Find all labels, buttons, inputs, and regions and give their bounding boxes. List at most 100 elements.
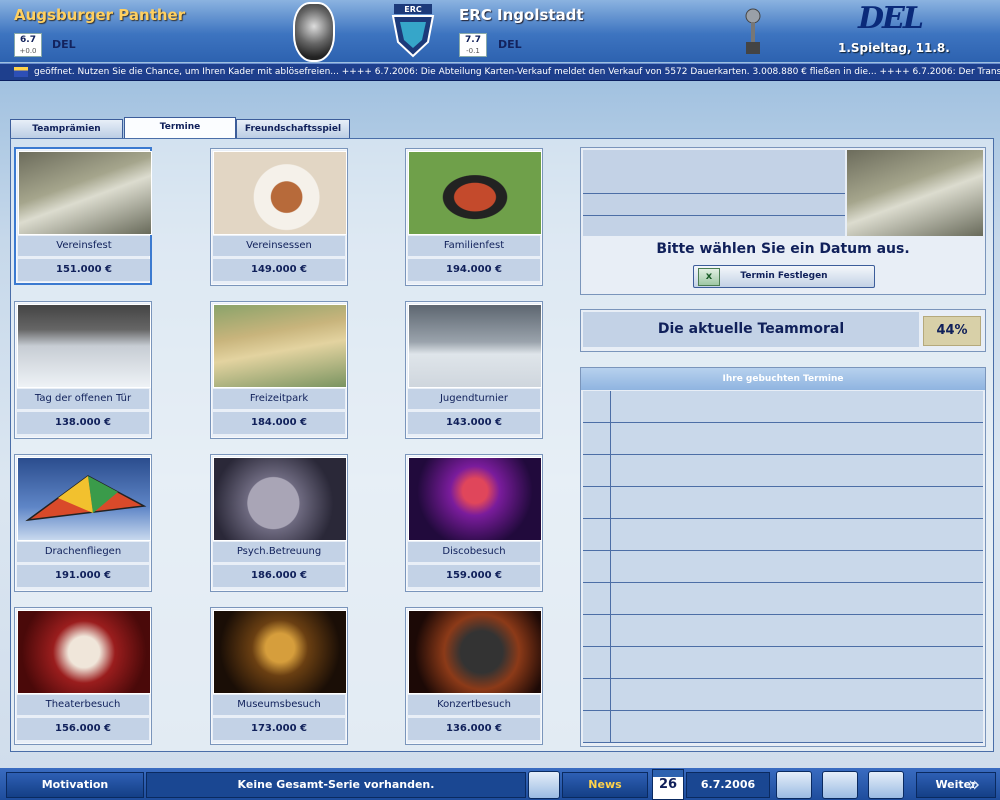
- event-card-konzertbesuch[interactable]: Konzertbesuch 136.000 €: [405, 607, 543, 745]
- away-rating: 7.7: [465, 35, 481, 45]
- mail-icon[interactable]: [528, 771, 560, 799]
- trophy-icon: [745, 8, 761, 54]
- event-price: 149.000 €: [213, 259, 345, 281]
- event-price: 173.000 €: [213, 718, 345, 740]
- team-morale-label: Die aktuelle Teammoral: [583, 312, 919, 347]
- save-disk-icon[interactable]: [776, 771, 812, 799]
- erc-logo-icon: ERC: [391, 4, 435, 58]
- table-row[interactable]: [583, 647, 983, 679]
- table-row[interactable]: [583, 423, 983, 455]
- set-date-button-label: Termin Festlegen: [740, 271, 828, 281]
- champagne-image: [18, 151, 152, 235]
- museum-mask-image: [213, 610, 347, 694]
- home-league: DEL: [52, 38, 76, 51]
- event-label: Tag der offenen Tür: [17, 389, 149, 409]
- theatre-masks-image: [17, 610, 151, 694]
- booked-appointments-table: Ihre gebuchten Termine: [580, 367, 986, 747]
- event-price: 156.000 €: [17, 718, 149, 740]
- home-rating-delta: +0.0: [19, 47, 37, 55]
- selected-event-image: [847, 150, 983, 236]
- event-price: 186.000 €: [213, 565, 345, 587]
- dinner-image: [213, 151, 347, 235]
- event-price: 194.000 €: [408, 259, 540, 281]
- event-card-tag-der-offenen-tuer[interactable]: Tag der offenen Tür 138.000 €: [14, 301, 152, 439]
- event-card-psych-betreuung[interactable]: Psych.Betreuung 186.000 €: [210, 454, 348, 592]
- home-team-name[interactable]: Augsburger Panther: [14, 6, 185, 24]
- event-card-theaterbesuch[interactable]: Theaterbesuch 156.000 €: [14, 607, 152, 745]
- hang-glider-icon: [25, 475, 147, 522]
- match-header: Augsburger Panther 6.7 +0.0 DEL ERC ERC …: [0, 0, 1000, 62]
- select-date-prompt: Bitte wählen Sie ein Datum aus.: [656, 241, 910, 257]
- event-card-discobesuch[interactable]: Discobesuch 159.000 €: [405, 454, 543, 592]
- event-card-museumsbesuch[interactable]: Museumsbesuch 173.000 €: [210, 607, 348, 745]
- next-button[interactable]: Weiter: [916, 772, 996, 798]
- home-rating-box: 6.7 +0.0: [14, 33, 42, 57]
- away-team-name[interactable]: ERC Ingolstadt: [459, 6, 584, 24]
- away-rating-box: 7.7 -0.1: [459, 33, 487, 57]
- ticker-text: geöffnet. Nutzen Sie die Chance, um Ihre…: [34, 67, 1000, 77]
- tab-freundschaftsspiel[interactable]: Freundschaftsspiel: [236, 119, 350, 139]
- event-card-vereinsessen[interactable]: Vereinsessen 149.000 €: [210, 148, 348, 286]
- roller-coaster-image: [213, 304, 347, 388]
- event-label: Drachenfliegen: [17, 542, 149, 562]
- bottom-bar: Motivation Keine Gesamt-Serie vorhanden.…: [0, 768, 1000, 800]
- away-rating-delta: -0.1: [466, 47, 480, 55]
- event-price: 138.000 €: [17, 412, 149, 434]
- event-label: Theaterbesuch: [17, 695, 149, 715]
- event-price: 191.000 €: [17, 565, 149, 587]
- table-row[interactable]: [583, 487, 983, 519]
- series-status: Keine Gesamt-Serie vorhanden.: [146, 772, 526, 798]
- event-label: Psych.Betreuung: [213, 542, 345, 562]
- hang-glider-image: [17, 457, 151, 541]
- team-icon[interactable]: [822, 771, 858, 799]
- event-label: Vereinsfest: [18, 236, 150, 256]
- calendar-icon[interactable]: 26: [652, 769, 684, 800]
- table-row[interactable]: [583, 519, 983, 551]
- current-date: 6.7.2006: [686, 772, 770, 798]
- event-details-area: [583, 150, 845, 236]
- table-row[interactable]: [583, 615, 983, 647]
- monitor-icon[interactable]: [868, 771, 904, 799]
- table-row[interactable]: [583, 679, 983, 711]
- table-row[interactable]: [583, 711, 983, 743]
- event-card-drachenfliegen[interactable]: Drachenfliegen 191.000 €: [14, 454, 152, 592]
- booked-appointments-title: Ihre gebuchten Termine: [581, 368, 985, 390]
- barbecue-image: [408, 151, 542, 235]
- team-morale-panel: Die aktuelle Teammoral 44%: [580, 309, 986, 352]
- event-label: Konzertbesuch: [408, 695, 540, 715]
- event-card-familienfest[interactable]: Familienfest 194.000 €: [405, 148, 543, 286]
- event-label: Familienfest: [408, 236, 540, 256]
- event-label: Museumsbesuch: [213, 695, 345, 715]
- table-row[interactable]: [583, 583, 983, 615]
- event-price: 143.000 €: [408, 412, 540, 434]
- home-rating: 6.7: [20, 35, 36, 45]
- event-label: Freizeitpark: [213, 389, 345, 409]
- news-button[interactable]: News: [562, 772, 648, 798]
- table-row[interactable]: [583, 455, 983, 487]
- tab-teampraemien[interactable]: Teamprämien: [10, 119, 123, 139]
- ticker-flag-icon: [14, 66, 28, 77]
- svg-text:ERC: ERC: [404, 5, 422, 14]
- calendar-x-icon: x: [698, 268, 720, 286]
- selected-event-panel: Bitte wählen Sie ein Datum aus. x Termin…: [580, 147, 986, 295]
- grand-piano-image: [408, 610, 542, 694]
- disco-image: [408, 457, 542, 541]
- event-label: Discobesuch: [408, 542, 540, 562]
- event-card-jugendturnier[interactable]: Jugendturnier 143.000 €: [405, 301, 543, 439]
- event-card-vereinsfest[interactable]: Vereinsfest 151.000 €: [14, 147, 152, 285]
- away-league: DEL: [498, 38, 522, 51]
- event-card-freizeitpark[interactable]: Freizeitpark 184.000 €: [210, 301, 348, 439]
- event-label: Vereinsessen: [213, 236, 345, 256]
- panther-logo-icon: [293, 2, 335, 62]
- del-logo-icon: DEL: [858, 1, 924, 36]
- brain-image: [213, 457, 347, 541]
- tab-termine[interactable]: Termine: [124, 117, 236, 139]
- event-price: 159.000 €: [408, 565, 540, 587]
- event-price: 151.000 €: [18, 259, 150, 281]
- event-price: 184.000 €: [213, 412, 345, 434]
- table-row[interactable]: [583, 391, 983, 423]
- matchday-label: 1.Spieltag, 11.8.: [838, 41, 950, 55]
- set-date-button[interactable]: x Termin Festlegen: [693, 265, 875, 288]
- table-row[interactable]: [583, 551, 983, 583]
- motivation-button[interactable]: Motivation: [6, 772, 144, 798]
